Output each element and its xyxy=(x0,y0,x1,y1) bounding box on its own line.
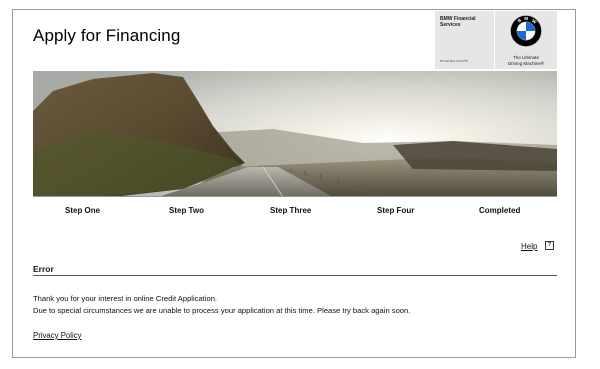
error-message-line-2: Due to special circumstances we are unab… xyxy=(33,306,411,315)
tagline: The Ultimate Driving Machine® xyxy=(495,55,557,66)
financial-services-label: BMW Financial Services xyxy=(440,16,476,28)
tagline-line-2: Driving Machine® xyxy=(507,60,545,66)
bmw-logo[interactable]: B M W The Ultimate Driving Machine® xyxy=(495,11,557,69)
step-one: Step One xyxy=(65,206,101,215)
error-heading: Error xyxy=(33,264,54,274)
banner-image xyxy=(33,71,557,197)
help-link[interactable]: Help xyxy=(521,242,537,251)
logo-letter-m: M xyxy=(524,16,528,21)
financial-services-url: bmwusa.com/fs xyxy=(440,58,468,63)
privacy-policy-link[interactable]: Privacy Policy xyxy=(33,331,82,340)
step-two: Step Two xyxy=(169,206,204,215)
step-four: Step Four xyxy=(377,206,415,215)
error-message-line-1: Thank you for your interest in online Cr… xyxy=(33,294,218,303)
progress-steps: Step One Step Two Step Three Step Four C… xyxy=(33,206,557,220)
error-divider xyxy=(33,275,557,276)
bmw-roundel-icon: B M W xyxy=(510,15,542,47)
application-frame: Apply for Financing BMW Financial Servic… xyxy=(12,9,576,358)
page-title: Apply for Financing xyxy=(33,26,181,45)
desert-road-photo xyxy=(33,71,557,196)
brand-panel: BMW Financial Services bmwusa.com/fs B M… xyxy=(435,11,557,69)
step-three: Step Three xyxy=(270,206,312,215)
step-completed: Completed xyxy=(479,206,521,215)
tagline-line-1: The Ultimate xyxy=(512,55,540,60)
help-icon[interactable]: ? xyxy=(545,241,554,250)
financial-services-badge: BMW Financial Services bmwusa.com/fs xyxy=(435,11,495,69)
